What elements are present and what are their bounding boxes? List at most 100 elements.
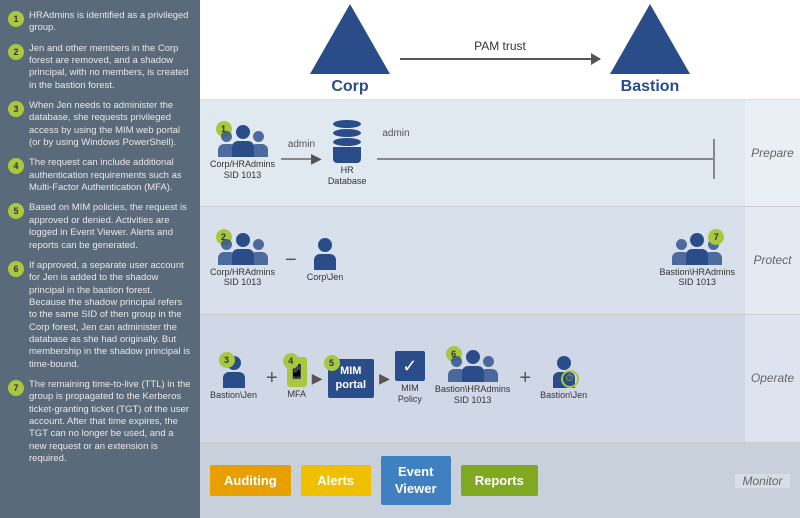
step-badge-1: 1 — [8, 11, 24, 27]
corp-hradmins-group: 1 — [210, 125, 275, 181]
step-badge-6: 6 — [8, 261, 24, 277]
operate-label: Operate — [751, 371, 794, 385]
op-mfa: 4 📱 MFA — [287, 357, 307, 400]
step-badge-5: 5 — [8, 203, 24, 219]
op-jen-label: Bastion\Jen — [210, 390, 257, 401]
mim-policy-label: MIMPolicy — [398, 383, 422, 405]
arrow-to-policy: ▶ — [379, 370, 390, 387]
arrow-to-mim: ▶ — [312, 370, 323, 387]
pam-trust-arrow — [400, 58, 600, 60]
monitor-row: Auditing Alerts EventViewer Reports Moni… — [200, 443, 800, 518]
op-jen-wrapper: 3 — [223, 356, 245, 388]
step-item-4: 4 The request can include additional aut… — [8, 157, 192, 194]
bastion-triangle — [610, 4, 690, 74]
admin-left-label: admin — [288, 139, 315, 150]
corp-jen: Corp\Jen — [307, 238, 344, 283]
operate-row: 3 Bastion\Jen + 4 📱 — [200, 315, 800, 444]
auditing-badge[interactable]: Auditing — [210, 465, 291, 496]
step-item-2: 2 Jen and other members in the Corp fore… — [8, 43, 192, 92]
corp-jen-icon — [314, 238, 336, 270]
bastion-group-icon-wrapper: 7 — [674, 233, 720, 265]
db-icon — [333, 120, 361, 163]
protect-tag: Protect — [745, 207, 800, 313]
hr-database: HRDatabase — [328, 120, 367, 187]
step-item-3: 3 When Jen needs to administer the datab… — [8, 100, 192, 149]
step-badge-2: 2 — [8, 44, 24, 60]
operate-tag: Operate — [745, 315, 800, 443]
bastion-label: Bastion — [621, 78, 680, 96]
step-text-1: HRAdmins is identified as a privileged g… — [29, 10, 192, 35]
protect-row: 2 — [200, 207, 800, 314]
protect-corp-label: Corp/HRAdminsSID 1013 — [210, 267, 275, 289]
step-item-6: 6 If approved, a separate user account f… — [8, 260, 192, 371]
monitor-tag: Monitor — [735, 474, 790, 488]
admin-arrow-left: admin ▶ — [281, 139, 322, 167]
admin-right-label: admin — [382, 128, 409, 139]
person-left — [218, 131, 236, 157]
p2-person-left — [218, 239, 236, 265]
alerts-badge[interactable]: Alerts — [301, 465, 371, 496]
op-person-left — [448, 356, 466, 382]
step-text-4: The request can include additional authe… — [29, 157, 192, 194]
bastion-hradmins-label: Bastion\HRAdminsSID 1013 — [659, 267, 735, 289]
admin-right-section: admin — [372, 128, 735, 179]
op-mim-wrapper: 5 MIMportal — [328, 359, 375, 398]
op-bastion-hradmins: 6 — [435, 350, 511, 406]
pam-trust-label: PAM trust — [474, 39, 526, 53]
op-mim-policy: ✓ MIMPolicy — [395, 351, 425, 405]
reports-badge[interactable]: Reports — [461, 465, 538, 496]
check-icon: ✓ — [395, 351, 425, 381]
hr-db-label: HRDatabase — [328, 165, 367, 187]
op-jen2-label: Bastion\Jen — [540, 390, 587, 401]
pam-trust-area: PAM trust — [400, 39, 600, 60]
prepare-content: 1 — [200, 100, 745, 206]
corp-triangle-item: Corp — [310, 4, 390, 96]
arrow-connector: ▶ — [281, 150, 322, 167]
arrow-right-icon: ▶ — [311, 150, 322, 167]
top-area: Corp PAM trust Bastion — [200, 0, 800, 100]
step-item-1: 1 HRAdmins is identified as a privileged… — [8, 10, 192, 35]
monitor-badges-container: Auditing Alerts EventViewer Reports — [210, 456, 727, 506]
h-line-right — [377, 158, 713, 160]
prepare-row: 1 — [200, 100, 800, 207]
plus-icon-2: + — [519, 367, 531, 390]
person-right — [250, 131, 268, 157]
step-item-5: 5 Based on MIM policies, the request is … — [8, 202, 192, 251]
h-line-left — [281, 158, 311, 160]
bastion-triangle-item: Bastion — [610, 4, 690, 96]
clock-icon: ⏱ — [561, 370, 579, 388]
prepare-tag: Prepare — [745, 100, 800, 206]
corp-triangle — [310, 4, 390, 74]
right-panel: Corp PAM trust Bastion 1 — [200, 0, 800, 518]
sections: 1 — [200, 100, 800, 518]
group-icon-wrapper: 1 — [220, 125, 266, 157]
op-hradmins-label: Bastion\HRAdminsSID 1013 — [435, 384, 511, 406]
prepare-label: Prepare — [751, 146, 794, 160]
protect-label: Protect — [753, 253, 791, 267]
step-text-2: Jen and other members in the Corp forest… — [29, 43, 192, 92]
right-line — [372, 139, 735, 179]
step-7-badge: 7 — [708, 229, 724, 245]
plus-icon-1: + — [266, 367, 278, 390]
step-badge-7: 7 — [8, 380, 24, 396]
step-text-3: When Jen needs to administer the databas… — [29, 100, 192, 149]
step-badge-4: 4 — [8, 158, 24, 174]
op-bastion-jen2: ⏱ Bastion\Jen — [540, 356, 587, 401]
op-bastionadmins-wrapper: 6 — [450, 350, 496, 382]
event-viewer-badge[interactable]: EventViewer — [381, 456, 451, 506]
step-text-6: If approved, a separate user account for… — [29, 260, 192, 371]
op-mim-portal: 5 MIMportal — [328, 359, 375, 398]
protect-corp-group: 2 — [210, 233, 275, 289]
protect-content: 2 — [200, 207, 745, 313]
p2-person-right — [250, 239, 268, 265]
op-jen2-wrapper: ⏱ — [553, 356, 575, 388]
left-panel: 1 HRAdmins is identified as a privileged… — [0, 0, 200, 518]
step-text-5: Based on MIM policies, the request is ap… — [29, 202, 192, 251]
step-4-badge: 4 — [283, 353, 299, 369]
b-person-left — [672, 239, 690, 265]
bastion-hradmins: 7 Bastion\HRAdminsSID 1013 — [659, 233, 735, 289]
mfa-label: MFA — [287, 389, 306, 400]
op-person-right — [480, 356, 498, 382]
triangle-container: Corp PAM trust Bastion — [310, 4, 690, 96]
op-bastion-jen: 3 Bastion\Jen — [210, 356, 257, 401]
